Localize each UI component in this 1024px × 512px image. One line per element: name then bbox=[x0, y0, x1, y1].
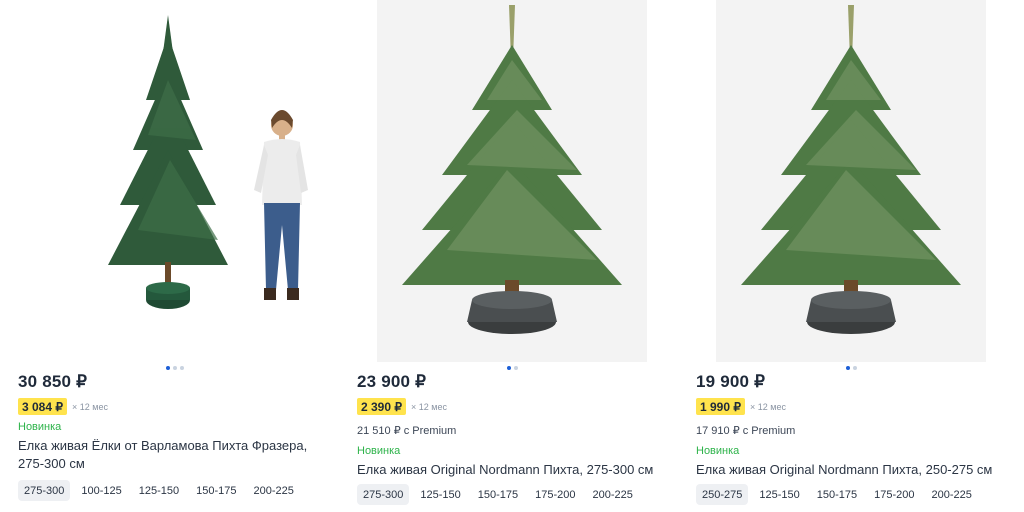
image-carousel-dots[interactable] bbox=[846, 366, 857, 372]
installment-amount: 2 390 ₽ bbox=[357, 398, 406, 415]
price: 23 900 ₽ bbox=[357, 372, 427, 391]
size-option[interactable]: 175-200 bbox=[529, 484, 581, 505]
image-carousel-dots[interactable] bbox=[166, 366, 184, 372]
size-option[interactable]: 125-150 bbox=[133, 480, 185, 501]
installment: 2 390 ₽ × 12 мес bbox=[357, 398, 447, 415]
product-title[interactable]: Елка живая Ёлки от Варламова Пихта Фразе… bbox=[18, 437, 328, 473]
size-option[interactable]: 250-275 bbox=[696, 484, 749, 505]
installment-amount: 3 084 ₽ bbox=[18, 398, 67, 415]
product-image[interactable] bbox=[716, 0, 986, 362]
size-option[interactable]: 275-300 bbox=[18, 480, 71, 501]
size-option[interactable]: 150-175 bbox=[811, 484, 863, 505]
new-badge: Новинка bbox=[18, 421, 62, 433]
size-option[interactable]: 125-150 bbox=[753, 484, 805, 505]
premium-price: 17 910 ₽ с Premium bbox=[696, 425, 796, 437]
installment-term: × 12 мес bbox=[72, 401, 108, 412]
carousel-dot[interactable] bbox=[846, 366, 850, 370]
product-image[interactable] bbox=[78, 0, 318, 362]
carousel-dot[interactable] bbox=[166, 366, 170, 370]
size-option[interactable]: 150-175 bbox=[190, 480, 242, 501]
size-selector: 250-275 125-150 150-175 175-200 200-225 bbox=[696, 484, 983, 505]
carousel-dot[interactable] bbox=[173, 366, 177, 370]
new-badge: Новинка bbox=[696, 445, 740, 457]
product-card[interactable]: 30 850 ₽ 3 084 ₽ × 12 мес Новинка Елка ж… bbox=[18, 0, 338, 512]
size-selector: 275-300 125-150 150-175 175-200 200-225 bbox=[357, 484, 644, 505]
size-option[interactable]: 200-225 bbox=[248, 480, 300, 501]
product-image[interactable] bbox=[377, 0, 647, 362]
size-selector: 275-300 100-125 125-150 150-175 200-225 bbox=[18, 480, 305, 501]
size-option[interactable]: 275-300 bbox=[357, 484, 410, 505]
carousel-dot[interactable] bbox=[180, 366, 184, 370]
new-badge: Новинка bbox=[357, 445, 401, 457]
image-carousel-dots[interactable] bbox=[507, 366, 518, 372]
installment-amount: 1 990 ₽ bbox=[696, 398, 745, 415]
price: 19 900 ₽ bbox=[696, 372, 766, 391]
price: 30 850 ₽ bbox=[18, 372, 88, 391]
product-title[interactable]: Елка живая Original Nordmann Пихта, 275-… bbox=[357, 461, 667, 479]
size-option[interactable]: 150-175 bbox=[472, 484, 524, 505]
size-option[interactable]: 175-200 bbox=[868, 484, 920, 505]
size-option[interactable]: 100-125 bbox=[75, 480, 127, 501]
premium-price: 21 510 ₽ с Premium bbox=[357, 425, 457, 437]
carousel-dot[interactable] bbox=[853, 366, 857, 370]
size-option[interactable]: 200-225 bbox=[587, 484, 639, 505]
carousel-dot[interactable] bbox=[514, 366, 518, 370]
installment-term: × 12 мес bbox=[411, 401, 447, 412]
product-card[interactable]: 23 900 ₽ 2 390 ₽ × 12 мес 21 510 ₽ с Pre… bbox=[357, 0, 677, 512]
installment: 1 990 ₽ × 12 мес bbox=[696, 398, 786, 415]
product-title[interactable]: Елка живая Original Nordmann Пихта, 250-… bbox=[696, 461, 1006, 479]
installment-term: × 12 мес bbox=[750, 401, 786, 412]
size-option[interactable]: 200-225 bbox=[926, 484, 978, 505]
carousel-dot[interactable] bbox=[507, 366, 511, 370]
installment: 3 084 ₽ × 12 мес bbox=[18, 398, 108, 415]
product-card[interactable]: 19 900 ₽ 1 990 ₽ × 12 мес 17 910 ₽ с Pre… bbox=[696, 0, 1016, 512]
size-option[interactable]: 125-150 bbox=[414, 484, 466, 505]
